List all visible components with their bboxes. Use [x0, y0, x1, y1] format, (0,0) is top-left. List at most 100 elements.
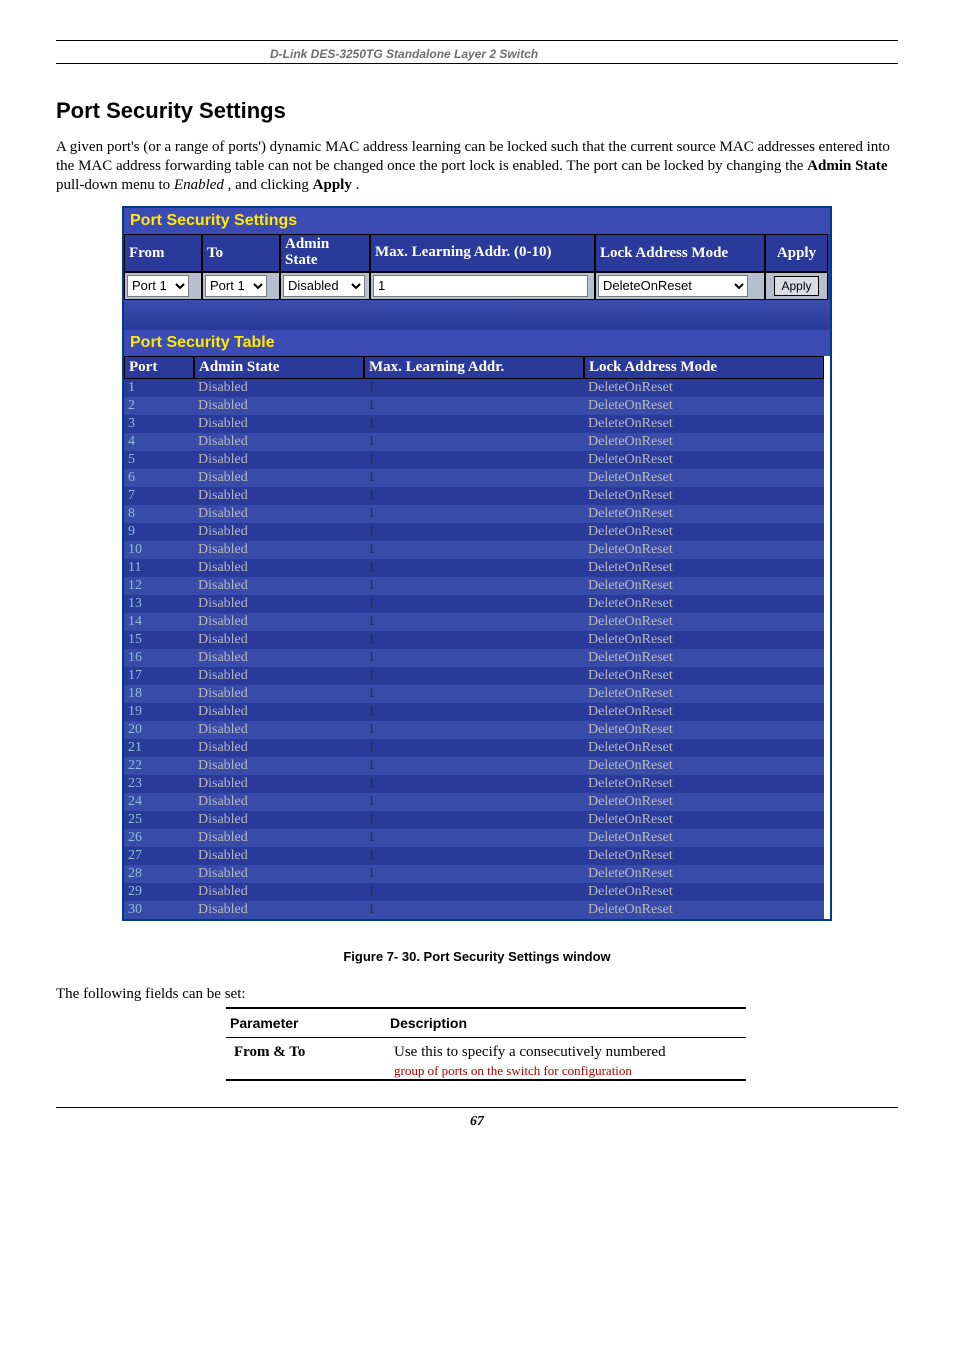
cell-max-learning: 1 [364, 595, 584, 613]
cell-admin-state: Disabled [194, 433, 364, 451]
cell-admin-state: Disabled [194, 487, 364, 505]
cell-port: 3 [124, 415, 194, 433]
header-from: From [124, 234, 202, 272]
cell-lock-mode: DeleteOnReset [584, 541, 824, 559]
param-desc-cutoff: group of ports on the switch for configu… [394, 1063, 738, 1079]
table-row: 12Disabled1DeleteOnReset [124, 577, 830, 595]
cell-max-learning: 1 [364, 487, 584, 505]
cell-lock-mode: DeleteOnReset [584, 487, 824, 505]
col-header-lock-mode: Lock Address Mode [584, 356, 824, 379]
cell-max-learning: 1 [364, 397, 584, 415]
cell-port: 15 [124, 631, 194, 649]
table-row: 2Disabled1DeleteOnReset [124, 397, 830, 415]
table-row: 20Disabled1DeleteOnReset [124, 721, 830, 739]
param-header-parameter: Parameter [226, 1008, 386, 1038]
cell-admin-state: Disabled [194, 559, 364, 577]
table-row: 21Disabled1DeleteOnReset [124, 739, 830, 757]
cell-max-learning [370, 272, 595, 300]
cell-admin-state: Disabled [194, 415, 364, 433]
cell-lock-mode: DeleteOnReset [584, 469, 824, 487]
cell-lock-mode: DeleteOnReset [595, 272, 765, 300]
table-row: 5Disabled1DeleteOnReset [124, 451, 830, 469]
cell-admin-state: Disabled [194, 685, 364, 703]
cell-admin-state: Disabled [194, 793, 364, 811]
cell-lock-mode: DeleteOnReset [584, 613, 824, 631]
cell-port: 7 [124, 487, 194, 505]
apply-button[interactable]: Apply [774, 276, 818, 296]
cell-lock-mode: DeleteOnReset [584, 685, 824, 703]
footer-rule [56, 1107, 898, 1108]
table-row: 22Disabled1DeleteOnReset [124, 757, 830, 775]
admin-state-select[interactable]: Disabled [283, 275, 365, 297]
cell-port: 29 [124, 883, 194, 901]
intro-text-1: A given port's (or a range of ports') dy… [56, 139, 890, 174]
intro-text-4: . [356, 177, 360, 193]
cell-port: 16 [124, 649, 194, 667]
table-row: 13Disabled1DeleteOnReset [124, 595, 830, 613]
cell-lock-mode: DeleteOnReset [584, 757, 824, 775]
intro-text-2: pull-down menu to [56, 177, 174, 193]
cell-admin-state: Disabled [194, 703, 364, 721]
cell-max-learning: 1 [364, 451, 584, 469]
header-admin-state: Admin State [280, 234, 370, 272]
table-panel-title: Port Security Table [124, 330, 830, 356]
cell-lock-mode: DeleteOnReset [584, 379, 824, 397]
settings-controls-row: Port 1 Port 1 Disabled DeleteOnReset [124, 272, 830, 300]
table-row: 8Disabled1DeleteOnReset [124, 505, 830, 523]
cell-port: 21 [124, 739, 194, 757]
cell-max-learning: 1 [364, 793, 584, 811]
settings-panel-title: Port Security Settings [124, 208, 830, 234]
cell-port: 4 [124, 433, 194, 451]
param-row: From & To Use this to specify a consecut… [226, 1037, 746, 1080]
cell-max-learning: 1 [364, 757, 584, 775]
cell-lock-mode: DeleteOnReset [584, 451, 824, 469]
lock-mode-select[interactable]: DeleteOnReset [598, 275, 748, 297]
cell-max-learning: 1 [364, 739, 584, 757]
table-row: 19Disabled1DeleteOnReset [124, 703, 830, 721]
intro-italic-1: Enabled [174, 177, 224, 193]
cell-port: 25 [124, 811, 194, 829]
cell-admin-state: Disabled [194, 379, 364, 397]
cell-max-learning: 1 [364, 469, 584, 487]
cell-port: 24 [124, 793, 194, 811]
cell-admin-state: Disabled [194, 469, 364, 487]
cell-admin-state: Disabled [194, 505, 364, 523]
cell-lock-mode: DeleteOnReset [584, 775, 824, 793]
cell-max-learning: 1 [364, 577, 584, 595]
cell-to: Port 1 [202, 272, 280, 300]
cell-max-learning: 1 [364, 649, 584, 667]
header-rule-bottom [56, 63, 898, 64]
table-row: 14Disabled1DeleteOnReset [124, 613, 830, 631]
table-row: 24Disabled1DeleteOnReset [124, 793, 830, 811]
cell-port: 2 [124, 397, 194, 415]
table-row: 29Disabled1DeleteOnReset [124, 883, 830, 901]
cell-admin-state: Disabled [194, 811, 364, 829]
page-header-product: D-Link DES-3250TG Standalone Layer 2 Swi… [56, 47, 898, 63]
max-learning-input[interactable] [373, 275, 588, 297]
table-row: 6Disabled1DeleteOnReset [124, 469, 830, 487]
table-row: 26Disabled1DeleteOnReset [124, 829, 830, 847]
header-lock-mode: Lock Address Mode [595, 234, 765, 272]
page-number: 67 [56, 1114, 898, 1130]
cell-lock-mode: DeleteOnReset [584, 559, 824, 577]
cell-port: 13 [124, 595, 194, 613]
col-header-port: Port [124, 356, 194, 379]
cell-port: 18 [124, 685, 194, 703]
table-row: 30Disabled1DeleteOnReset [124, 901, 830, 919]
cell-max-learning: 1 [364, 775, 584, 793]
header-apply: Apply [765, 234, 828, 272]
cell-admin-state: Disabled [194, 595, 364, 613]
cell-lock-mode: DeleteOnReset [584, 433, 824, 451]
table-row: 17Disabled1DeleteOnReset [124, 667, 830, 685]
from-port-select[interactable]: Port 1 [127, 275, 189, 297]
cell-port: 10 [124, 541, 194, 559]
cell-admin-state: Disabled [194, 901, 364, 919]
cell-max-learning: 1 [364, 667, 584, 685]
table-row: 27Disabled1DeleteOnReset [124, 847, 830, 865]
to-port-select[interactable]: Port 1 [205, 275, 267, 297]
cell-max-learning: 1 [364, 721, 584, 739]
port-security-panel: Port Security Settings From To Admin Sta… [122, 206, 832, 921]
cell-max-learning: 1 [364, 703, 584, 721]
cell-lock-mode: DeleteOnReset [584, 505, 824, 523]
intro-bold-2: Apply [313, 177, 352, 193]
